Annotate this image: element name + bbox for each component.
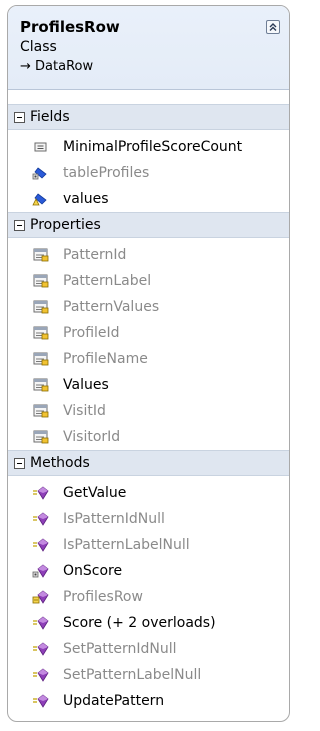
member-label: IsPatternIdNull — [63, 511, 165, 527]
collapse-toggle-icon[interactable] — [14, 111, 25, 123]
member-properties-2[interactable]: PatternValues — [8, 294, 289, 320]
member-label: VisitorId — [63, 429, 121, 445]
property-icon — [32, 247, 50, 263]
class-kind: Class — [20, 39, 57, 55]
method-icon — [32, 693, 50, 709]
constant-field-icon — [32, 139, 50, 155]
section-label: Methods — [30, 455, 90, 471]
collapse-toggle-icon[interactable] — [14, 219, 25, 231]
property-icon — [32, 377, 50, 393]
method-icon — [32, 511, 50, 527]
method-icon — [32, 537, 50, 553]
member-methods-3[interactable]: OnScore — [8, 558, 289, 584]
class-header: ProfilesRow Class → DataRow — [8, 6, 289, 90]
member-label: PatternId — [63, 247, 127, 263]
member-properties-4[interactable]: ProfileName — [8, 346, 289, 372]
member-label: values — [63, 191, 109, 207]
property-icon — [32, 403, 50, 419]
property-icon — [32, 299, 50, 315]
member-methods-4[interactable]: ProfilesRow — [8, 584, 289, 610]
double-chevron-up-icon — [269, 23, 277, 31]
member-label: GetValue — [63, 485, 127, 501]
property-icon — [32, 429, 50, 445]
member-methods-2[interactable]: IsPatternLabelNull — [8, 532, 289, 558]
member-label: OnScore — [63, 563, 123, 579]
collapse-toggle-icon[interactable] — [14, 457, 25, 469]
member-methods-6[interactable]: SetPatternIdNull — [8, 636, 289, 662]
protected-method-icon — [32, 563, 50, 579]
section-label: Properties — [30, 217, 101, 233]
class-name: ProfilesRow — [20, 18, 120, 36]
member-fields-2[interactable]: values — [8, 186, 289, 212]
section-fields: Fields MinimalProfileScoreCount tableProfi… — [8, 104, 289, 212]
member-fields-0[interactable]: MinimalProfileScoreCount — [8, 134, 289, 160]
member-properties-5[interactable]: Values — [8, 372, 289, 398]
class-shape[interactable]: ProfilesRow Class → DataRow Fields Minima… — [7, 5, 290, 722]
class-base: → DataRow — [20, 59, 94, 74]
section-methods: Methods GetValue IsPatternIdNull IsPatternL… — [8, 450, 289, 714]
method-icon — [32, 667, 50, 683]
member-methods-7[interactable]: SetPatternLabelNull — [8, 662, 289, 688]
section-label: Fields — [30, 109, 70, 125]
member-label: PatternLabel — [63, 273, 152, 289]
section-header-methods[interactable]: Methods — [8, 450, 289, 476]
member-label: IsPatternLabelNull — [63, 537, 190, 553]
member-properties-6[interactable]: VisitId — [8, 398, 289, 424]
property-icon — [32, 325, 50, 341]
method-icon — [32, 485, 50, 501]
member-label: ProfilesRow — [63, 589, 143, 605]
member-label: ProfileName — [63, 351, 148, 367]
member-label: tableProfiles — [63, 165, 150, 181]
member-fields-1[interactable]: tableProfiles — [8, 160, 289, 186]
member-label: MinimalProfileScoreCount — [63, 139, 243, 155]
property-icon — [32, 273, 50, 289]
protected-field-icon — [32, 191, 50, 207]
member-methods-1[interactable]: IsPatternIdNull — [8, 506, 289, 532]
member-label: SetPatternIdNull — [63, 641, 177, 657]
member-label: VisitId — [63, 403, 106, 419]
section-properties: Properties PatternId PatternLabel PatternVa… — [8, 212, 289, 450]
internal-method-icon — [32, 589, 50, 605]
member-properties-0[interactable]: PatternId — [8, 242, 289, 268]
member-label: ProfileId — [63, 325, 120, 341]
property-icon — [32, 351, 50, 367]
member-properties-7[interactable]: VisitorId — [8, 424, 289, 450]
member-properties-1[interactable]: PatternLabel — [8, 268, 289, 294]
member-label: Score (+ 2 overloads) — [63, 615, 216, 631]
member-methods-5[interactable]: Score (+ 2 overloads) — [8, 610, 289, 636]
member-properties-3[interactable]: ProfileId — [8, 320, 289, 346]
member-label: Values — [63, 377, 109, 393]
section-header-properties[interactable]: Properties — [8, 212, 289, 238]
method-icon — [32, 641, 50, 657]
member-label: SetPatternLabelNull — [63, 667, 202, 683]
member-label: UpdatePattern — [63, 693, 165, 709]
method-icon — [32, 615, 50, 631]
member-label: PatternValues — [63, 299, 160, 315]
member-methods-8[interactable]: UpdatePattern — [8, 688, 289, 714]
private-field-icon — [32, 165, 50, 181]
collapse-button[interactable] — [266, 20, 280, 34]
section-header-fields[interactable]: Fields — [8, 104, 289, 130]
member-methods-0[interactable]: GetValue — [8, 480, 289, 506]
